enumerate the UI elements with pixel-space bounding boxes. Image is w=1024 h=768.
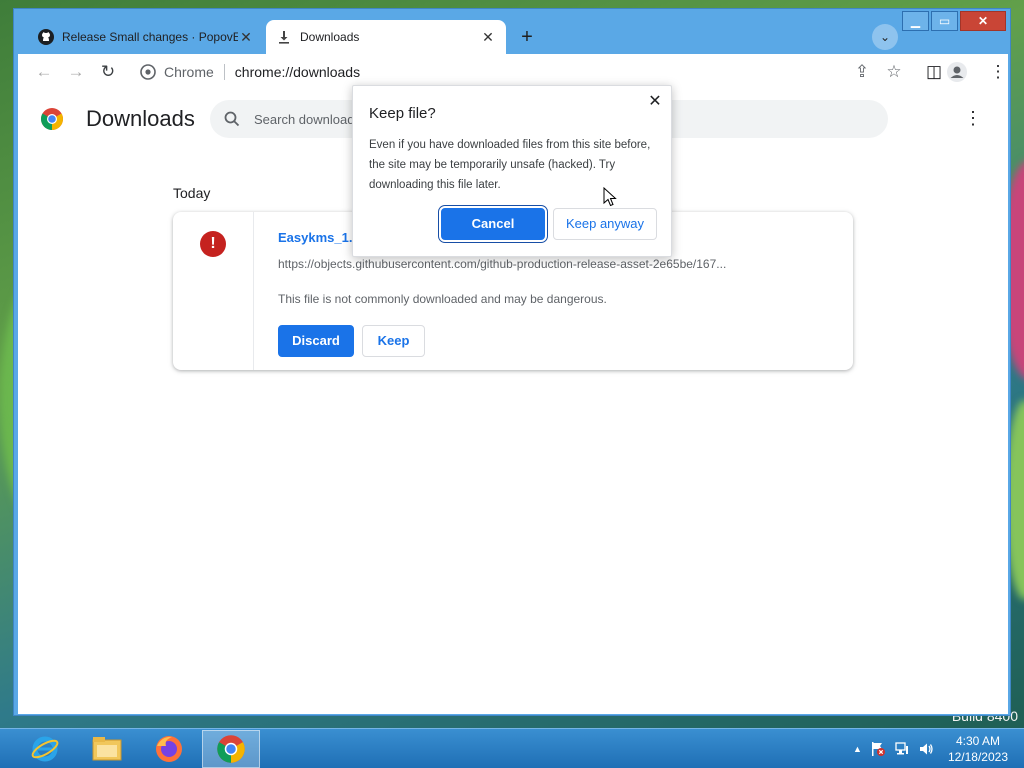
github-icon	[38, 29, 54, 45]
dialog-title: Keep file?	[369, 105, 436, 122]
clock-date: 12/18/2023	[947, 750, 1008, 764]
side-panel-icon[interactable]: ◫	[924, 62, 944, 82]
more-actions-icon[interactable]: ⋮	[964, 108, 982, 128]
volume-icon[interactable]	[918, 741, 934, 757]
file-icon-column: !	[173, 212, 254, 370]
clock-time: 4:30 AM	[955, 734, 1000, 748]
dialog-message: Even if you have downloaded files from t…	[369, 139, 651, 191]
address-bar[interactable]: Chrome chrome://downloads	[130, 58, 840, 86]
browser-menu-icon[interactable]: ⋮	[988, 62, 1008, 82]
window-close-button[interactable]: ✕	[960, 11, 1006, 31]
url-text: chrome://downloads	[234, 64, 361, 80]
keep-button[interactable]: Keep	[362, 325, 425, 357]
tab-github-release[interactable]: Release Small changes · PopovEv ✕	[28, 20, 264, 54]
tab-downloads[interactable]: Downloads ✕	[266, 20, 506, 54]
maximize-button[interactable]: ▭	[931, 11, 958, 31]
internet-explorer-icon	[31, 736, 59, 762]
tab-close-icon[interactable]: ✕	[480, 29, 496, 46]
system-clock[interactable]: 4:30 AM 12/18/2023	[948, 733, 1008, 765]
file-source-url[interactable]: https://objects.githubusercontent.com/gi…	[278, 257, 778, 271]
tab-search-button[interactable]: ⌄	[872, 24, 898, 50]
window-controls: ▁ ▭ ✕	[902, 11, 1006, 31]
show-hidden-icons-button[interactable]: ▲	[853, 744, 862, 754]
site-label: Chrome	[164, 64, 214, 80]
back-icon[interactable]: ←	[34, 62, 54, 82]
taskbar-file-explorer[interactable]	[78, 730, 136, 768]
danger-warning-icon: !	[200, 231, 226, 257]
omnibox-divider	[223, 64, 225, 80]
download-icon	[279, 31, 289, 44]
minimize-button[interactable]: ▁	[902, 11, 929, 31]
file-name-link[interactable]: Easykms_1.9	[278, 230, 360, 245]
tab-strip: Release Small changes · PopovEv ✕ Downlo…	[14, 9, 1010, 54]
cancel-button[interactable]: Cancel	[441, 208, 545, 240]
taskbar-internet-explorer[interactable]	[16, 730, 74, 768]
taskbar-firefox[interactable]	[140, 730, 198, 768]
chrome-icon	[217, 735, 245, 763]
taskbar: ▲ 4:30 AM 12/18/2023	[0, 728, 1024, 768]
mouse-cursor-icon	[603, 187, 617, 207]
profile-avatar-icon[interactable]	[946, 61, 968, 83]
chrome-site-icon	[140, 64, 156, 80]
dialog-close-icon[interactable]: ✕	[647, 94, 663, 110]
folder-icon	[92, 737, 122, 761]
tab-close-icon[interactable]: ✕	[238, 29, 254, 46]
reload-icon[interactable]: ↻	[98, 62, 118, 82]
date-section-heading: Today	[173, 185, 211, 201]
new-tab-button[interactable]: +	[514, 24, 540, 50]
search-icon	[224, 111, 240, 127]
system-tray: ▲ 4:30 AM 12/18/2023	[853, 729, 1024, 768]
discard-button[interactable]: Discard	[278, 325, 354, 357]
bookmark-star-icon[interactable]: ☆	[884, 62, 904, 82]
page-title: Downloads	[86, 106, 195, 131]
firefox-icon	[156, 736, 182, 762]
network-icon[interactable]	[894, 741, 910, 757]
action-center-flag-icon[interactable]	[870, 741, 886, 757]
forward-icon[interactable]: →	[66, 62, 86, 82]
chrome-logo-icon	[41, 108, 63, 130]
tab-title: Release Small changes · PopovEv	[62, 30, 238, 44]
danger-description: This file is not commonly downloaded and…	[278, 292, 607, 306]
keep-anyway-button[interactable]: Keep anyway	[553, 208, 657, 240]
tab-title: Downloads	[300, 30, 360, 44]
share-icon[interactable]: ⇪	[852, 62, 872, 82]
taskbar-chrome[interactable]	[202, 730, 260, 768]
keep-file-dialog: Keep file? ✕ Even if you have downloaded…	[352, 85, 672, 257]
